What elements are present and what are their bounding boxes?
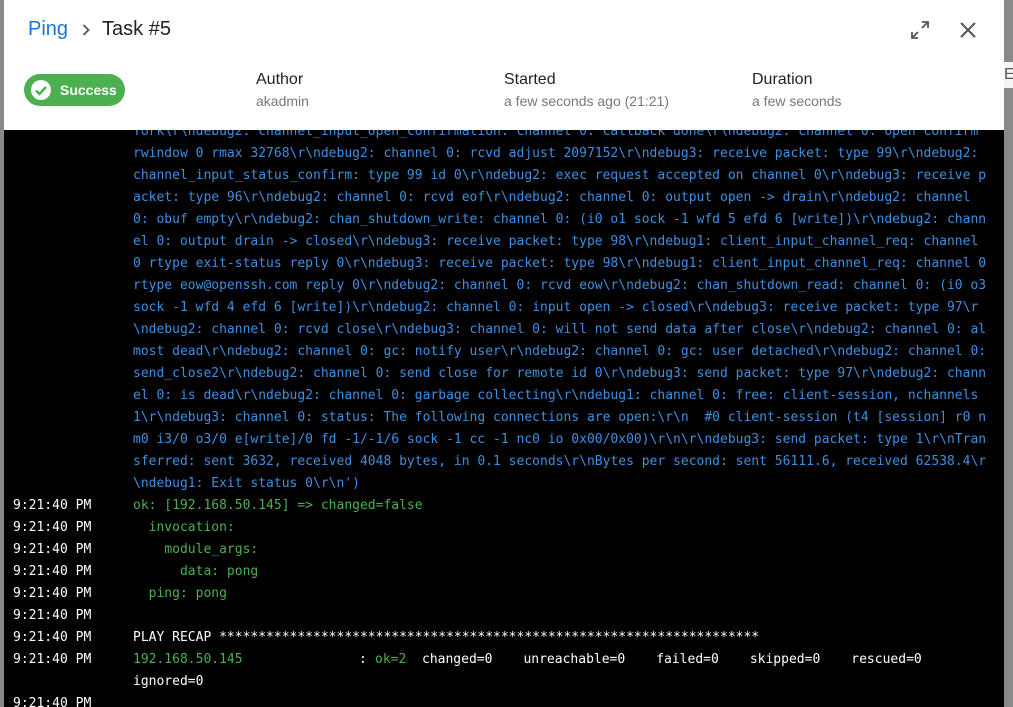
task-title: Task #5 <box>102 18 171 40</box>
header-actions <box>908 18 980 42</box>
log-row: 9:21:40 PM ping: pong <box>4 583 1004 605</box>
log-row: 9:21:40 PM <box>4 605 1004 627</box>
log-time: 9:21:40 PM <box>13 652 92 667</box>
log-row: 9:21:40 PM invocation: <box>4 517 1004 539</box>
background-page-edge: E <box>1004 62 1013 88</box>
project-link[interactable]: Ping <box>28 18 68 41</box>
duration-info: Duration a few seconds <box>752 71 842 109</box>
recap-ok: ok=2 <box>375 652 407 667</box>
duration-value: a few seconds <box>752 93 842 109</box>
log-message: ping: pong <box>133 586 227 601</box>
recap-row: 9:21:40 PM 192.168.50.145 : ok=2 changed… <box>4 649 1004 693</box>
status-label: Success <box>60 82 117 98</box>
log-row: 9:21:40 PM PLAY RECAP *******************… <box>4 627 1004 649</box>
fullscreen-icon[interactable] <box>908 18 932 42</box>
log-message: module_args: <box>133 542 259 557</box>
duration-label: Duration <box>752 71 813 88</box>
log-message: York\r\ndebug2: channel_input_open_confi… <box>133 130 994 491</box>
task-log-output[interactable]: York\r\ndebug2: channel_input_open_confi… <box>4 130 1004 707</box>
log-time: 9:21:40 PM <box>13 630 92 645</box>
log-message: PLAY RECAP *****************************… <box>133 630 760 645</box>
log-message: invocation: <box>133 520 235 535</box>
task-dialog: Ping Task #5 Success Author akadmin Star… <box>4 0 1004 707</box>
log-row: 9:21:40 PM module_args: <box>4 539 1004 561</box>
started-value: a few seconds ago (21:21) <box>504 93 669 109</box>
started-label: Started <box>504 71 556 88</box>
log-time: 9:21:40 PM <box>13 608 92 623</box>
recap-changed: changed=0 <box>422 652 493 667</box>
recap-host: 192.168.50.145 <box>133 652 243 667</box>
dialog-header: Ping Task #5 Success Author akadmin Star… <box>4 0 1004 130</box>
recap-skipped: skipped=0 <box>749 652 821 667</box>
log-content: York\r\ndebug2: channel_input_open_confi… <box>4 130 1004 707</box>
log-time: 9:21:40 PM <box>13 564 92 579</box>
recap-failed: failed=0 <box>656 652 719 667</box>
chevron-right-icon <box>78 22 94 38</box>
log-message: ok: [192.168.50.145] => changed=false <box>133 498 423 513</box>
author-info: Author akadmin <box>256 71 309 109</box>
log-row: York\r\ndebug2: channel_input_open_confi… <box>4 130 1004 495</box>
log-message: data: pong <box>133 564 259 579</box>
breadcrumb: Ping Task #5 <box>28 18 171 41</box>
log-message <box>133 605 1004 627</box>
author-label: Author <box>256 71 304 88</box>
started-info: Started a few seconds ago (21:21) <box>504 71 669 109</box>
log-time <box>4 130 133 495</box>
log-row: 9:21:40 PM <box>4 693 1004 707</box>
recap-unreachable: unreachable=0 <box>523 652 626 667</box>
log-time: 9:21:40 PM <box>13 586 92 601</box>
recap-line: 192.168.50.145 : ok=2 changed=0 unreacha… <box>133 649 1004 693</box>
log-time: 9:21:40 PM <box>13 498 92 513</box>
background-edge-text: E <box>1004 66 1013 83</box>
log-time: 9:21:40 PM <box>13 520 92 535</box>
recap-ignored: ignored=0 <box>133 674 204 689</box>
log-row: 9:21:40 PM ok: [192.168.50.145] => change… <box>4 495 1004 517</box>
check-circle-icon <box>31 80 51 100</box>
log-lines: 9:21:40 PM ok: [192.168.50.145] => change… <box>4 495 1004 649</box>
log-time: 9:21:40 PM <box>13 542 92 557</box>
log-message <box>133 693 1004 707</box>
status-badge: Success <box>24 74 125 106</box>
close-icon[interactable] <box>956 18 980 42</box>
recap-colon: : <box>359 652 367 667</box>
author-value: akadmin <box>256 93 309 109</box>
recap-rescued: rescued=0 <box>851 652 922 667</box>
log-time: 9:21:40 PM <box>13 696 92 707</box>
log-row: 9:21:40 PM data: pong <box>4 561 1004 583</box>
